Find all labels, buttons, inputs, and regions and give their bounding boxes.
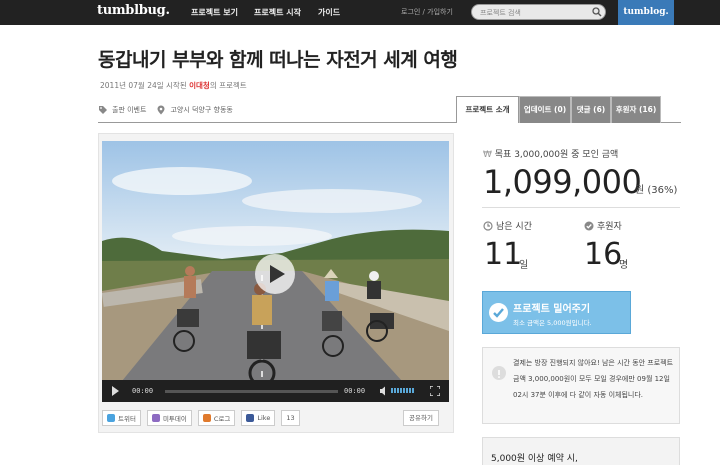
time-remaining-text: 남은 시간 bbox=[496, 222, 532, 232]
backers-label: 후원자 bbox=[584, 219, 622, 232]
tumblog-link[interactable]: tumblog. bbox=[618, 0, 674, 25]
start-date: 2011년 07월 24일 시작된 bbox=[100, 81, 187, 90]
facebook-like-button[interactable]: Like bbox=[241, 410, 276, 426]
project-tags: 출판 이벤트 고양시 덕양구 향동동 bbox=[98, 105, 233, 115]
payment-notice: 결제는 방장 진행되지 않아요! 남은 시간 동안 프로젝트 금액 3,000,… bbox=[482, 347, 680, 424]
search-icon[interactable] bbox=[592, 7, 602, 17]
time-remaining-value: 11 bbox=[484, 237, 523, 272]
category-link[interactable]: 출판 이벤트 bbox=[112, 105, 146, 115]
info-icon bbox=[492, 366, 506, 380]
video-controls: 00:00 00:00 bbox=[102, 380, 449, 402]
minimum-amount-note: 최소 금액은 5,000원입니다. bbox=[513, 319, 592, 327]
share-me2day-button[interactable]: 미투데이 bbox=[146, 410, 192, 426]
project-tabs: 프로젝트 소개 업데이트 (0) 댓글 (6) 후원자 (16) bbox=[456, 96, 661, 123]
goal-label: ₩ 목표 3,000,000원 중 모인 금액 bbox=[483, 147, 618, 160]
tab-updates[interactable]: 업데이트 (0) bbox=[519, 96, 571, 123]
pledged-unit: 원 (36%) bbox=[635, 185, 678, 196]
time-current: 00:00 bbox=[132, 387, 154, 395]
location-pin-icon bbox=[157, 105, 165, 115]
checkmark-icon bbox=[489, 303, 508, 322]
goal-text: 목표 3,000,000원 중 모인 금액 bbox=[494, 150, 619, 160]
clock-icon bbox=[483, 220, 493, 231]
like-count: 13 bbox=[281, 410, 300, 426]
fullscreen-icon[interactable] bbox=[430, 386, 440, 396]
nav-browse[interactable]: 프로젝트 보기 bbox=[191, 7, 238, 18]
facebook-like-label: Like bbox=[257, 414, 271, 422]
like-count-value: 13 bbox=[286, 414, 295, 422]
share-button[interactable]: 공유하기 bbox=[403, 410, 439, 426]
tag-icon bbox=[99, 106, 107, 114]
back-project-label: 프로젝트 밀어주기 bbox=[513, 304, 591, 315]
time-remaining-unit: 일 bbox=[519, 260, 529, 271]
play-small-icon[interactable] bbox=[111, 386, 120, 396]
me2day-icon bbox=[151, 414, 160, 422]
share-twitter-label: 트위터 bbox=[118, 415, 136, 423]
pledged-amount: 1,099,000 bbox=[483, 163, 642, 201]
page-title: 동갑내기 부부와 함께 떠나는 자전거 세계 여행 bbox=[98, 49, 458, 71]
search-placeholder: 프로젝트 검색 bbox=[480, 9, 521, 17]
tab-comments[interactable]: 댓글 (6) bbox=[571, 96, 611, 123]
time-total: 00:00 bbox=[344, 387, 366, 395]
share-clog-label: C로그 bbox=[213, 415, 231, 423]
share-twitter-button[interactable]: 트위터 bbox=[102, 410, 141, 426]
seek-bar[interactable] bbox=[165, 390, 338, 393]
nav-guide[interactable]: 가이드 bbox=[318, 7, 340, 18]
logo[interactable]: tumblbug. bbox=[97, 3, 170, 18]
won-icon: ₩ bbox=[483, 150, 492, 160]
tab-intro[interactable]: 프로젝트 소개 bbox=[456, 96, 519, 123]
meta-suffix: 의 프로젝트 bbox=[209, 81, 247, 90]
clog-icon bbox=[202, 414, 211, 422]
share-me2day-label: 미투데이 bbox=[162, 415, 187, 423]
payment-notice-text: 결제는 방장 진행되지 않아요! 남은 시간 동안 프로젝트 금액 3,000,… bbox=[513, 359, 674, 399]
share-bar: 트위터 미투데이 C로그 Like 13 bbox=[102, 410, 300, 426]
volume-slider[interactable] bbox=[391, 388, 415, 393]
login-link[interactable]: 로그인 / 가입하기 bbox=[401, 7, 453, 17]
reward-item[interactable]: 5,000원 이상 예약 시, bbox=[482, 437, 680, 465]
stats-divider bbox=[482, 207, 680, 208]
share-button-label: 공유하기 bbox=[409, 414, 433, 422]
backers-unit: 명 bbox=[619, 260, 629, 271]
location-link[interactable]: 고양시 덕양구 향동동 bbox=[170, 105, 232, 115]
twitter-icon bbox=[107, 414, 115, 422]
backers-text: 후원자 bbox=[597, 222, 622, 232]
reward-amount: 5,000원 이상 예약 시, bbox=[491, 454, 578, 464]
search-input[interactable]: 프로젝트 검색 bbox=[471, 4, 606, 20]
share-clog-button[interactable]: C로그 bbox=[197, 410, 236, 426]
play-overlay-button[interactable] bbox=[255, 254, 295, 294]
backers-value: 16 bbox=[584, 237, 623, 272]
time-remaining-label: 남은 시간 bbox=[483, 219, 532, 232]
project-meta: 2011년 07월 24일 시작된 이대청의 프로젝트 bbox=[100, 80, 247, 91]
play-icon bbox=[270, 265, 285, 283]
check-icon bbox=[584, 221, 594, 230]
facebook-icon bbox=[246, 414, 255, 422]
tab-backers[interactable]: 후원자 (16) bbox=[611, 96, 661, 123]
volume-icon[interactable] bbox=[379, 386, 389, 396]
back-project-button[interactable]: 프로젝트 밀어주기 최소 금액은 5,000원입니다. bbox=[482, 291, 631, 334]
top-bar: tumblbug. 프로젝트 보기 프로젝트 시작 가이드 로그인 / 가입하기… bbox=[0, 0, 720, 25]
author-link[interactable]: 이대청 bbox=[189, 81, 210, 90]
nav-start[interactable]: 프로젝트 시작 bbox=[254, 7, 301, 18]
